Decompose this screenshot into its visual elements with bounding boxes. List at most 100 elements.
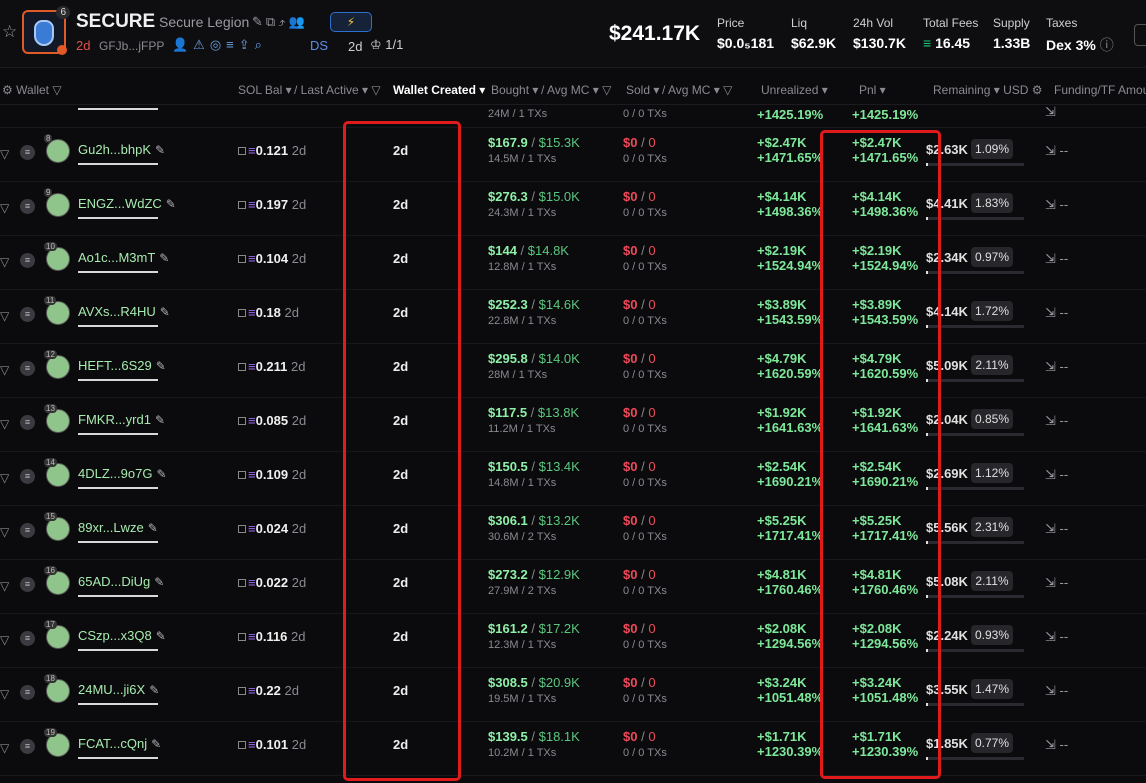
table-row[interactable]: ▽ ≡ 8 Gu2h...bhpK ✎ ≡0.121 2d 2d $167.9 / $15.3… <box>0 128 1146 182</box>
filter-icon[interactable]: ▽ <box>0 417 9 431</box>
wallet-link[interactable]: HEFT...6S29 ✎ <box>78 358 166 373</box>
filter-icon[interactable]: ▽ <box>0 741 9 755</box>
wallet-link[interactable]: CSzp...x3Q8 ✎ <box>78 628 166 643</box>
edit-icon[interactable]: ✎ <box>154 575 164 589</box>
meta-icons[interactable]: 👤⚠◎≡⇪⌕ <box>172 37 267 53</box>
col-remaining[interactable]: Remaining ▾ USD ⚙ <box>933 83 1043 97</box>
wallet-address[interactable]: HEFT...6S29 <box>78 358 152 373</box>
filter-icon[interactable]: ▽ <box>0 579 9 593</box>
filter-icon[interactable]: ▽ <box>0 363 9 377</box>
filter-icon[interactable]: ▽ <box>52 83 61 97</box>
token-logo[interactable]: 6 <box>22 6 70 55</box>
wallet-address[interactable]: 4DLZ...9o7G <box>78 466 152 481</box>
col-unrealized[interactable]: Unrealized ▾ <box>761 83 828 97</box>
wallet-address[interactable]: FMKR...yrd1 <box>78 412 151 427</box>
wallet-address[interactable]: AVXs...R4HU <box>78 304 156 319</box>
table-row[interactable]: ▽ ≡ 17 CSzp...x3Q8 ✎ ≡0.116 2d 2d $161.2 / $17.… <box>0 614 1146 668</box>
table-row[interactable]: ▽ ≡ 9 ENGZ...WdZC ✎ ≡0.197 2d 2d $276.3 / $15.0… <box>0 182 1146 236</box>
funding-icon[interactable]: ⇲ <box>1045 575 1056 590</box>
avatar[interactable]: 11 <box>44 296 70 325</box>
edit-icon[interactable]: ✎ <box>148 521 158 535</box>
funding-icon[interactable]: ⇲ <box>1045 467 1056 482</box>
funding-icon[interactable]: ⇲ <box>1045 359 1056 374</box>
wallet-link[interactable]: FMKR...yrd1 ✎ <box>78 412 165 427</box>
funding-icon[interactable]: ⇲ <box>1045 737 1056 752</box>
table-row[interactable]: ▽ ≡ 10 Ao1c...M3mT ✎ ≡0.104 2d 2d $144 / $14.8K… <box>0 236 1146 290</box>
table-row[interactable]: ▽ ≡ 14 4DLZ...9o7G ✎ ≡0.109 2d 2d $150.5 / $13.… <box>0 452 1146 506</box>
menu-icon[interactable]: ≡ <box>20 307 35 322</box>
funding-cell[interactable]: ⇲ -- <box>1045 413 1068 429</box>
avatar[interactable]: 19 <box>44 728 70 757</box>
avatar[interactable]: 13 <box>44 404 70 433</box>
table-row[interactable]: ▽ ≡ 16 65AD...DiUg ✎ ≡0.022 2d 2d $273.2 / $12.… <box>0 560 1146 614</box>
avatar[interactable]: 17 <box>44 620 70 649</box>
avatar[interactable]: 9 <box>44 188 70 217</box>
avatar[interactable]: 14 <box>44 458 70 487</box>
funding-cell[interactable]: ⇲ -- <box>1045 575 1068 591</box>
funding-cell[interactable]: ⇲ -- <box>1045 737 1068 753</box>
funding-icon[interactable]: ⇲ <box>1045 413 1056 428</box>
menu-icon[interactable]: ≡ <box>20 631 35 646</box>
filter-icon[interactable]: ▽ <box>602 83 611 97</box>
funding-cell[interactable]: ⇲ -- <box>1045 305 1068 321</box>
wallet-link[interactable]: ENGZ...WdZC ✎ <box>78 196 176 211</box>
col-wallet[interactable]: ⚙ Wallet ▽ <box>2 83 62 97</box>
avatar[interactable]: 10 <box>44 242 70 271</box>
wallet-link[interactable]: Gu2h...bhpK ✎ <box>78 142 165 157</box>
col-pnl[interactable]: Pnl ▾ <box>859 83 886 97</box>
avatar[interactable]: 18 <box>44 674 70 703</box>
info-icon[interactable]: ⓘ <box>1100 37 1114 53</box>
funding-icon[interactable]: ⇲ <box>1045 683 1056 698</box>
wallet-address[interactable]: 89xr...Lwze <box>78 520 144 535</box>
menu-icon[interactable]: ≡ <box>20 739 35 754</box>
filter-icon[interactable]: ▽ <box>0 309 9 323</box>
wallet-link[interactable]: FCAT...cQnj ✎ <box>78 736 161 751</box>
filter-icon[interactable]: ▽ <box>371 83 380 97</box>
avatar[interactable]: 15 <box>44 512 70 541</box>
wallet-link[interactable]: 65AD...DiUg ✎ <box>78 574 164 589</box>
table-row[interactable]: ▽ ≡ 11 AVXs...R4HU ✎ ≡0.18 2d 2d $252.3 / $14.6… <box>0 290 1146 344</box>
wallet-address[interactable]: Ao1c...M3mT <box>78 250 155 265</box>
funding-cell[interactable]: ⇲ -- <box>1045 197 1068 213</box>
col-bought[interactable]: Bought ▾ <box>491 83 538 97</box>
table-row[interactable]: ▽ ≡ 15 89xr...Lwze ✎ ≡0.024 2d 2d $306.1 / $13.… <box>0 506 1146 560</box>
menu-icon[interactable]: ≡ <box>20 577 35 592</box>
funding-cell[interactable]: ⇲ -- <box>1045 683 1068 699</box>
menu-icon[interactable]: ≡ <box>20 685 35 700</box>
filter-icon[interactable]: ▽ <box>0 201 9 215</box>
edit-icon[interactable]: ✎ <box>155 143 165 157</box>
wallet-address[interactable]: FCAT...cQnj <box>78 736 147 751</box>
funding-icon[interactable]: ⇲ <box>1045 629 1056 644</box>
funding-cell[interactable]: ⇲ -- <box>1045 359 1068 375</box>
edge-button[interactable] <box>1134 24 1146 46</box>
menu-icon[interactable]: ≡ <box>20 199 35 214</box>
wallet-address[interactable]: 24MU...ji6X <box>78 682 145 697</box>
avatar[interactable]: 8 <box>44 134 70 163</box>
menu-icon[interactable]: ≡ <box>20 523 35 538</box>
edit-icon[interactable]: ✎ <box>156 467 166 481</box>
col-avg-mc-sell[interactable]: / Avg MC ▾ ▽ <box>662 83 732 97</box>
edit-icon[interactable]: ✎ <box>149 683 159 697</box>
settings-icon[interactable]: ⚙ <box>1032 83 1043 97</box>
funding-cell[interactable]: ⇲ -- <box>1045 629 1068 645</box>
filter-icon[interactable]: ▽ <box>723 83 732 97</box>
wallet-link[interactable]: 4DLZ...9o7G ✎ <box>78 466 167 481</box>
avatar[interactable]: 12 <box>44 350 70 379</box>
wallet-link[interactable]: 24MU...ji6X ✎ <box>78 682 159 697</box>
token-action-icons[interactable]: ✎⧉⤴👥 <box>252 14 308 30</box>
wallet-link[interactable]: Ao1c...M3mT ✎ <box>78 250 169 265</box>
edit-icon[interactable]: ✎ <box>151 737 161 751</box>
table-row[interactable]: ▽ ≡ 13 FMKR...yrd1 ✎ ≡0.085 2d 2d $117.5 / $13.… <box>0 398 1146 452</box>
star-icon[interactable]: ☆ <box>2 22 17 42</box>
table-row[interactable]: ▽ ≡ 18 24MU...ji6X ✎ ≡0.22 2d 2d $308.5 / $20.9… <box>0 668 1146 722</box>
col-last-active[interactable]: / Last Active ▾ ▽ <box>294 83 381 97</box>
col-funding[interactable]: Funding/TF Amou <box>1054 83 1146 97</box>
funding-cell[interactable]: ⇲ -- <box>1045 251 1068 267</box>
funding-cell[interactable]: ⇲ -- <box>1045 521 1068 537</box>
contract-address[interactable]: GFJb...jFPP <box>99 39 164 53</box>
filter-icon[interactable]: ▽ <box>0 147 9 161</box>
filter-icon[interactable]: ▽ <box>0 525 9 539</box>
wallet-link[interactable]: AVXs...R4HU ✎ <box>78 304 170 319</box>
table-row[interactable]: ▽ ≡ 12 HEFT...6S29 ✎ ≡0.211 2d 2d $295.8 / $14.… <box>0 344 1146 398</box>
funding-icon[interactable]: ⇲ <box>1045 143 1056 158</box>
